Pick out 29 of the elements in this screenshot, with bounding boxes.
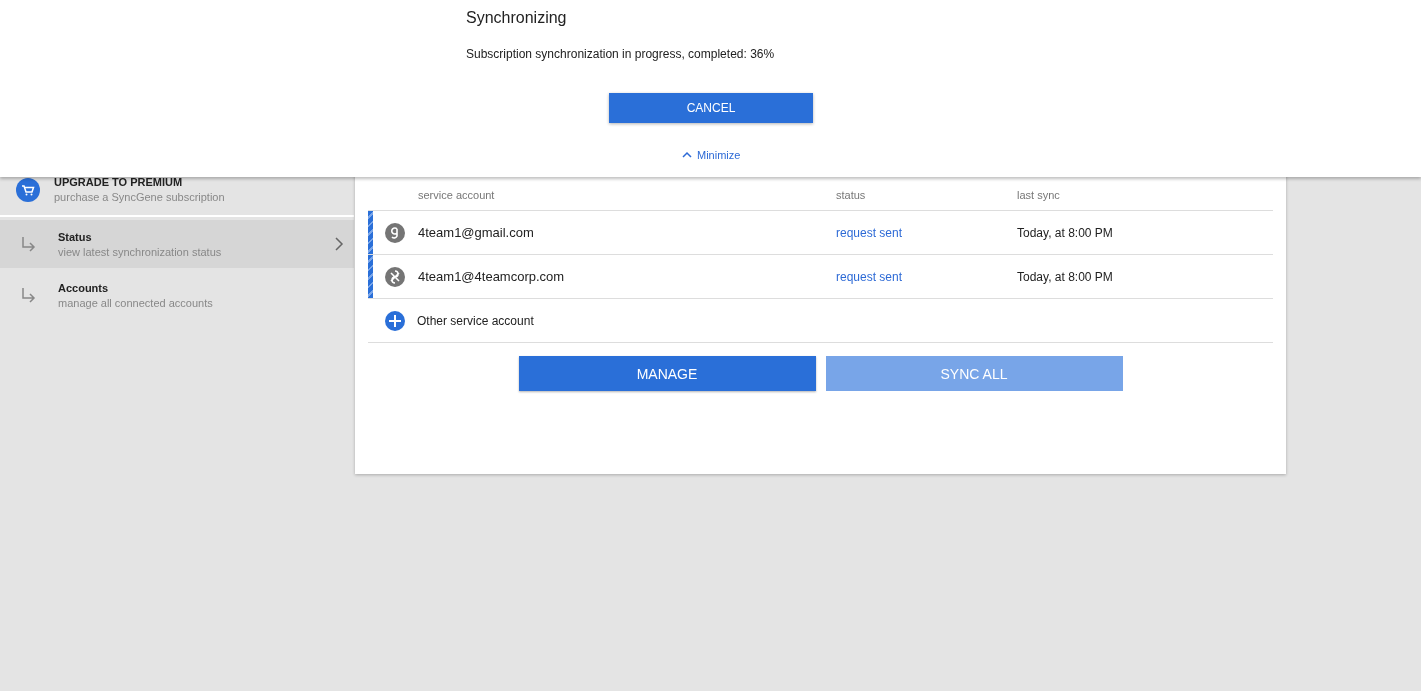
- chevron-up-icon: [682, 151, 692, 159]
- account-row[interactable]: 4team1@4teamcorp.com request sent Today, at 8:00 PM: [368, 255, 1273, 299]
- last-sync-time: Today, at 8:00 PM: [1017, 269, 1114, 284]
- column-header: last sync: [1017, 189, 1061, 201]
- account-name: 4team1@4teamcorp.com: [417, 269, 566, 284]
- chevron-right-icon: [334, 237, 344, 251]
- account-name: 4team1@gmail.com: [417, 225, 535, 240]
- arrow-icon: [20, 236, 36, 252]
- minimize-link[interactable]: Minimize: [682, 149, 741, 161]
- status-text: request sent: [836, 269, 904, 284]
- google-icon: [385, 222, 405, 243]
- column-header: status: [836, 189, 867, 201]
- status-text: request sent: [836, 225, 904, 240]
- account-row[interactable]: 4team1@gmail.com request sent Today, at 8:00 PM: [368, 211, 1273, 255]
- cancel-button[interactable]: CANCEL: [609, 93, 813, 123]
- last-sync-time: Today, at 8:00 PM: [1017, 225, 1114, 240]
- add-account-item[interactable]: Other service account: [368, 299, 1273, 343]
- arrow-icon: [20, 287, 36, 303]
- dialog-title: Synchronizing: [466, 9, 568, 27]
- upgrade-item[interactable]: UPGRADE TO PREMIUM purchase a SyncGene subscription: [0, 150, 354, 207]
- item-title: UPGRADE TO PREMIUM: [54, 176, 184, 188]
- plus-icon: [385, 310, 405, 331]
- sidebar-item[interactable]: Accounts manage all connected accounts: [0, 271, 354, 319]
- column-header: service account: [417, 189, 496, 201]
- service-icon: [385, 266, 405, 287]
- sidebar-item[interactable]: Status view latest synchronization status: [0, 220, 354, 268]
- manage-button[interactable]: MANAGE: [518, 356, 816, 391]
- dialog-message: Subscription synchronization in progress, completed: 36%: [466, 47, 776, 61]
- item-subtitle: purchase a SyncGene subscription: [54, 191, 225, 203]
